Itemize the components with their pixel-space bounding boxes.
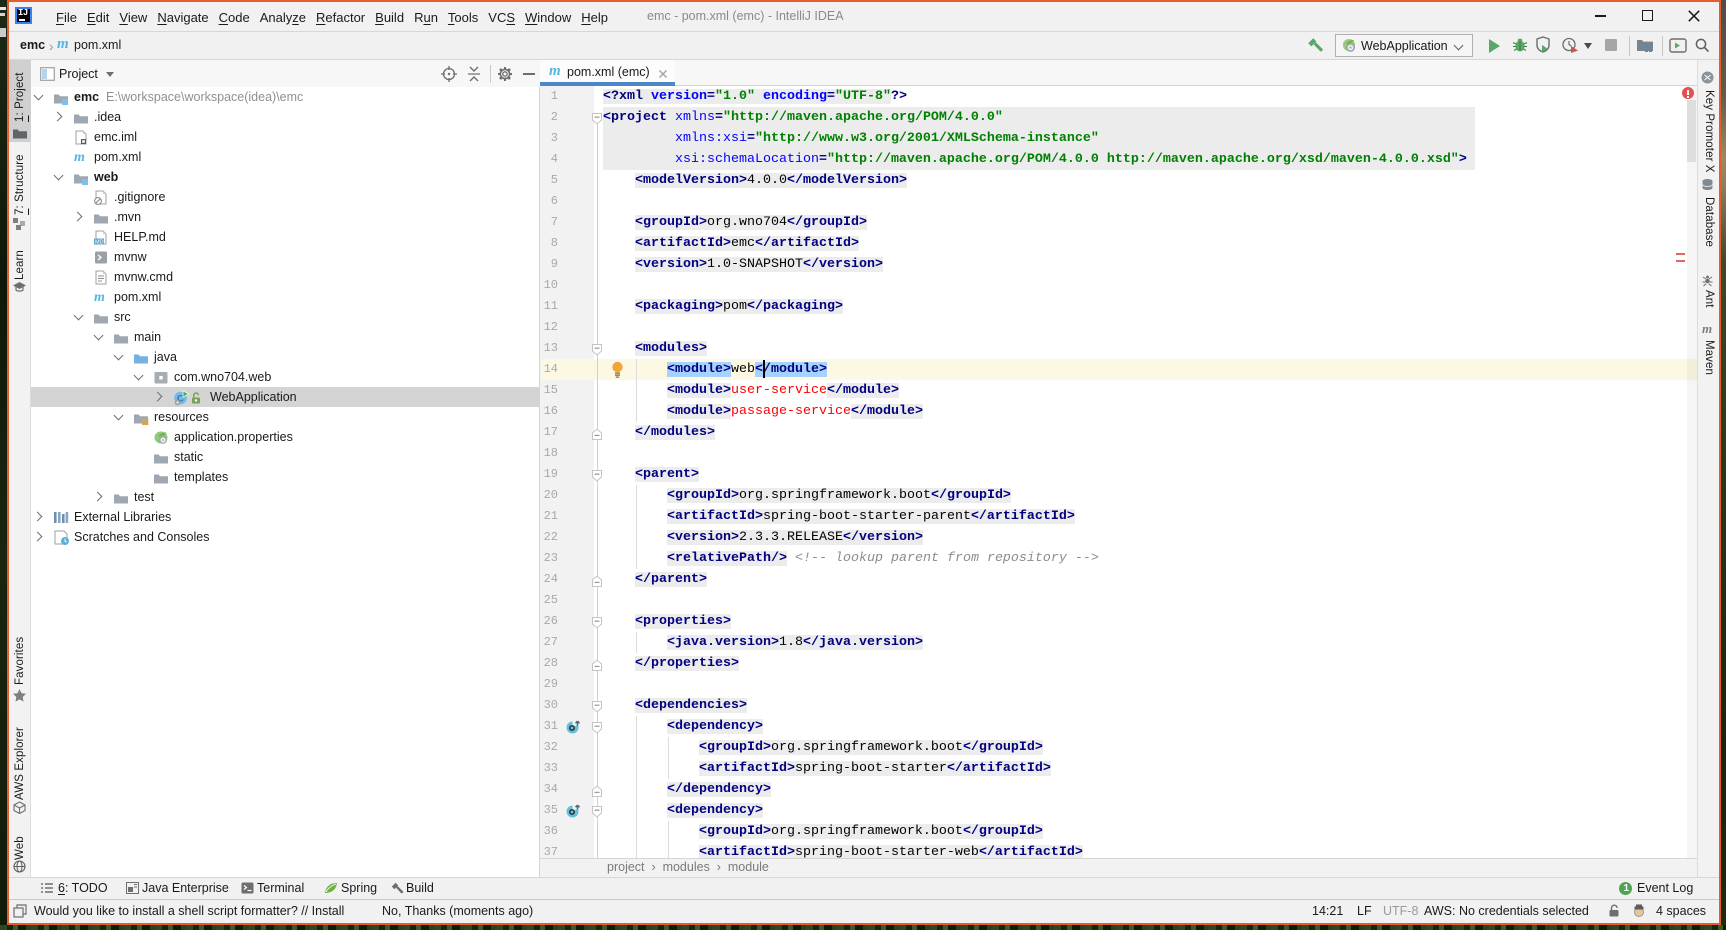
svg-text:MD: MD	[95, 239, 104, 245]
